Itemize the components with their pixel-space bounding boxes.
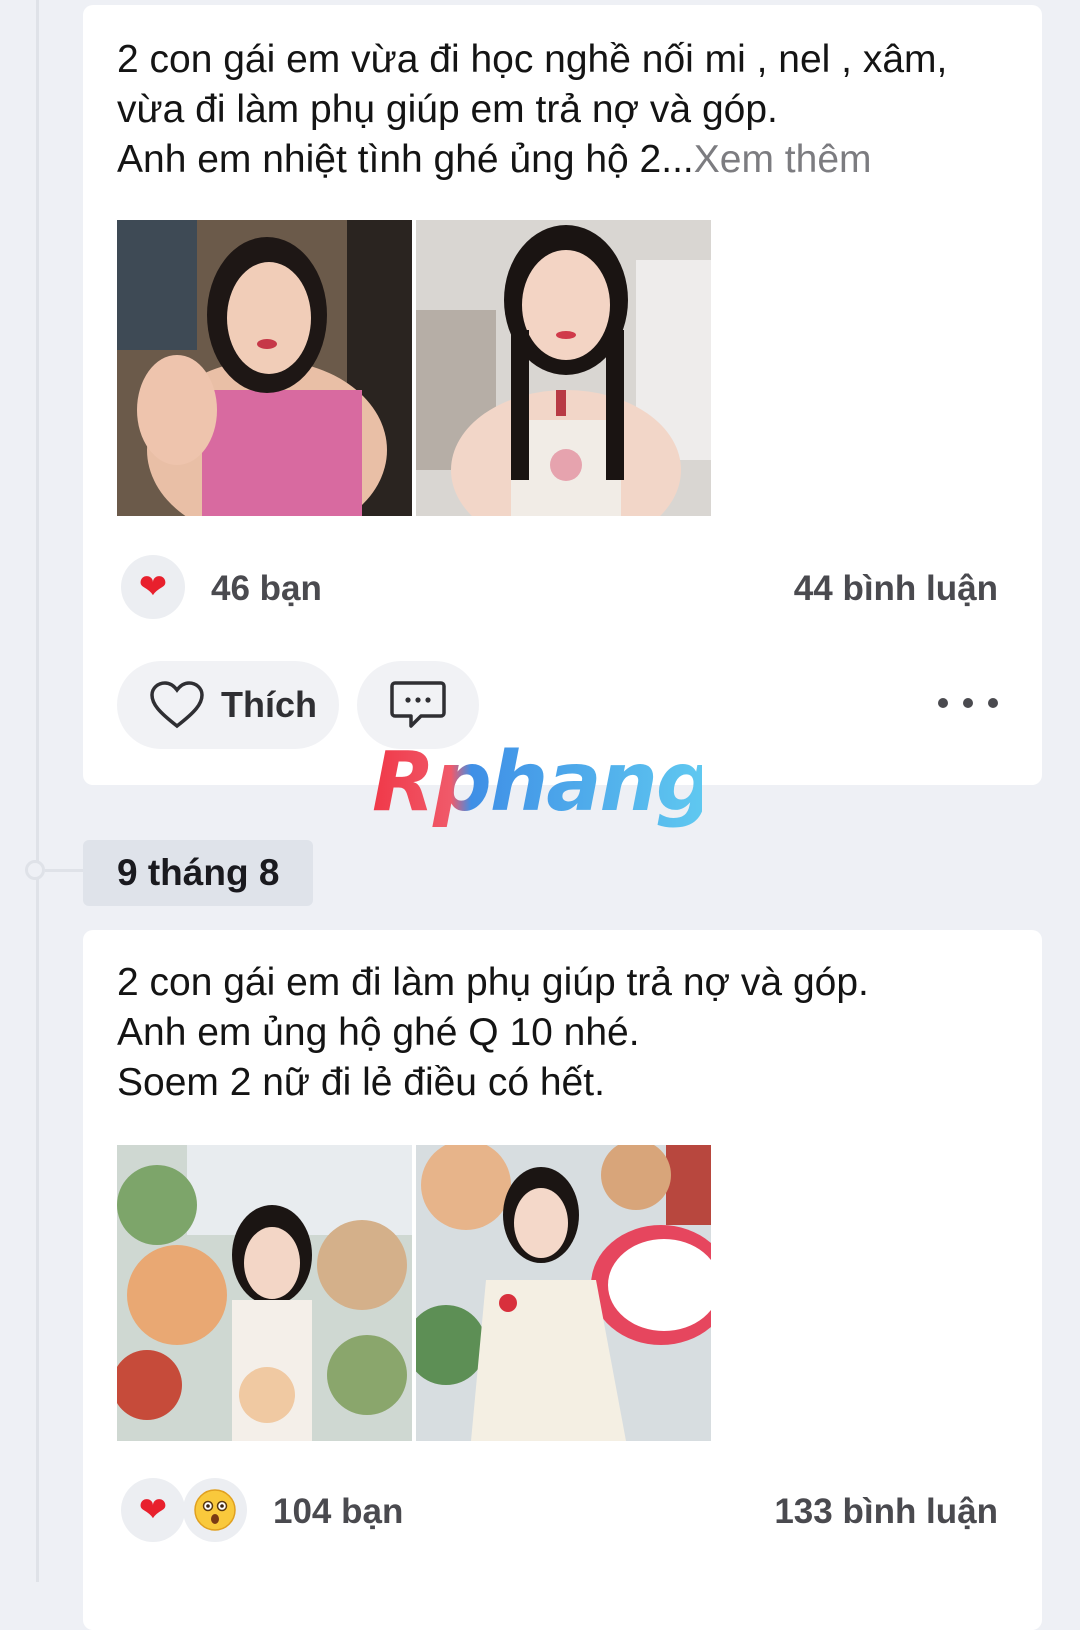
post-card: 2 con gái em vừa đi học nghề nối mi , ne… <box>83 5 1042 785</box>
photo-grid <box>117 220 711 516</box>
date-label: 9 tháng 8 <box>83 840 313 906</box>
surprised-emoji-icon <box>183 1478 247 1542</box>
heart-outline-icon <box>150 681 204 729</box>
like-label: Thích <box>221 684 317 725</box>
timeline-line <box>36 0 39 1582</box>
post-photo[interactable] <box>117 220 412 516</box>
heart-icon: ❤ <box>121 1478 185 1542</box>
comment-count[interactable]: 133 bình luận <box>774 1492 998 1532</box>
watermark-logo: Rphang <box>372 735 715 830</box>
timeline-node <box>25 860 45 880</box>
post-photo[interactable] <box>117 1145 412 1441</box>
more-options-button[interactable] <box>938 683 998 723</box>
comment-count[interactable]: 44 bình luận <box>794 569 998 609</box>
dot-icon <box>938 698 948 708</box>
reaction-count[interactable]: 46 bạn <box>211 569 322 609</box>
post-card: 2 con gái em đi làm phụ giúp trả nợ và g… <box>83 930 1042 1630</box>
post-photo[interactable] <box>416 220 711 516</box>
like-button[interactable]: Thích <box>117 661 339 749</box>
reaction-count[interactable]: 104 bạn <box>273 1492 403 1532</box>
timeline-connector <box>45 869 85 872</box>
dot-icon <box>963 698 973 708</box>
reaction-stats: ❤ 104 bạn 133 bình luận <box>121 1478 998 1548</box>
heart-icon: ❤ <box>121 555 185 619</box>
comment-icon <box>390 681 446 728</box>
reaction-stats: ❤ 46 bạn 44 bình luận <box>121 555 998 625</box>
post-text: 2 con gái em đi làm phụ giúp trả nợ và g… <box>117 961 869 1104</box>
post-text: 2 con gái em vừa đi học nghề nối mi , ne… <box>117 35 1002 185</box>
photo-grid <box>117 1145 711 1441</box>
post-photo[interactable] <box>416 1145 711 1441</box>
dot-icon <box>988 698 998 708</box>
see-more-link[interactable]: Xem thêm <box>694 138 872 181</box>
